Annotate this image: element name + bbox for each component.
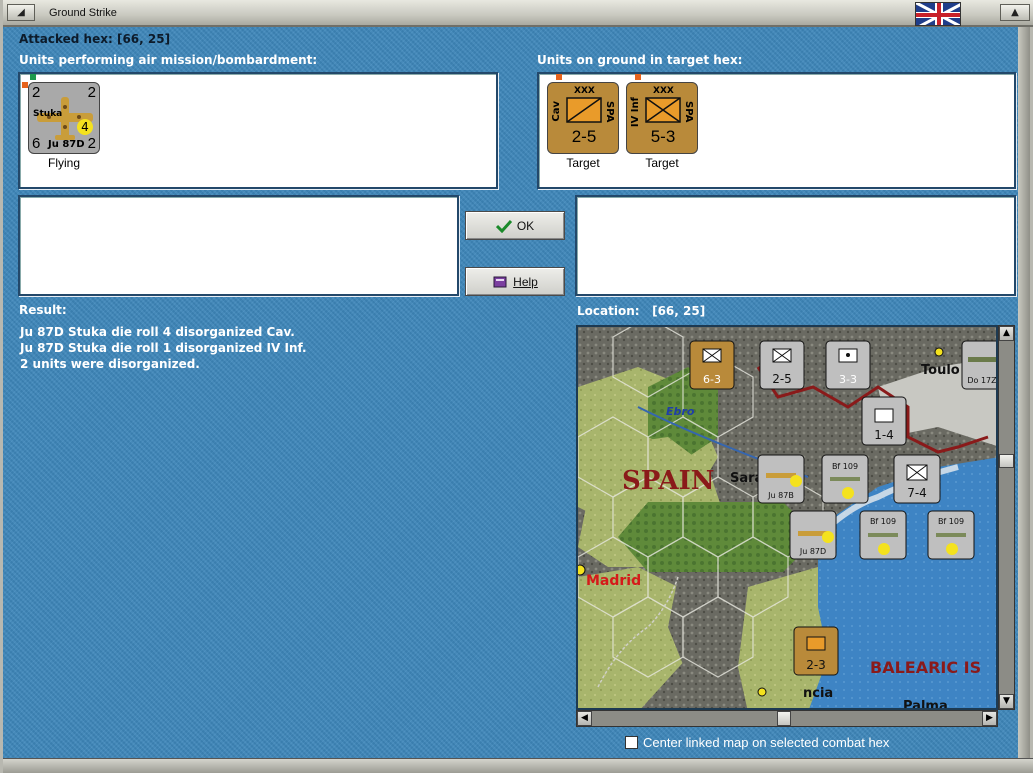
scroll-thumb[interactable] [999, 454, 1014, 468]
unit-status: Flying [47, 156, 80, 170]
air-units-panel: 2 2 6 2 Stuka Ju 87D 4 Flying [18, 72, 498, 189]
window-title: Ground Strike [49, 7, 117, 19]
infantry-symbol-icon [645, 97, 681, 123]
result-line: 2 units were disorganized. [20, 357, 200, 371]
result-line: Ju 87D Stuka die roll 1 disorganized IV … [20, 341, 307, 355]
svg-text:2-5: 2-5 [772, 372, 792, 386]
map-counter[interactable]: 2-5 [759, 340, 805, 390]
cavalry-symbol-icon [566, 97, 602, 123]
minimize-button[interactable]: ◢ [7, 4, 35, 21]
help-button[interactable]: Help [465, 267, 565, 296]
map-counter[interactable]: 6-3 [689, 340, 735, 390]
hex-map-terrain: SPAIN Madrid Ebro BALEARIC IS Palma Toul… [578, 327, 998, 710]
center-map-label: Center linked map on selected combat hex [643, 735, 890, 750]
tactical-map[interactable]: SPAIN Madrid Ebro BALEARIC IS Palma Toul… [576, 325, 998, 710]
ok-button[interactable]: OK [465, 211, 565, 240]
map-label-city: Toulo [921, 363, 960, 378]
map-counter[interactable]: Ju 87B [757, 454, 805, 504]
checkmark-icon [495, 219, 512, 233]
title-bar: ◢ Ground Strike ▲ [3, 0, 1033, 27]
map-horizontal-scrollbar[interactable]: ◀ ▶ [576, 710, 998, 727]
map-counter[interactable]: 2-3 [793, 626, 839, 676]
svg-text:2-3: 2-3 [806, 658, 826, 672]
map-label-city: Palma [903, 699, 948, 710]
scroll-down-arrow-icon[interactable]: ▼ [999, 694, 1014, 709]
map-label-country: SPAIN [622, 466, 715, 496]
map-label-islands: BALEARIC IS [870, 658, 981, 677]
map-counter[interactable]: 1-4 [861, 396, 907, 446]
scroll-up-arrow-icon[interactable]: ▲ [999, 326, 1014, 341]
unit-counter-cav[interactable]: Cav SPA XXX 2-5 [547, 82, 619, 154]
scroll-thumb[interactable] [777, 711, 791, 726]
unit-name: Stuka [33, 109, 63, 119]
right-frame [1018, 27, 1030, 758]
attacked-hex-value: [66, 25] [116, 32, 171, 46]
svg-text:1-4: 1-4 [874, 428, 894, 442]
unit-strength: 2-5 [571, 127, 597, 146]
ground-units-heading: Units on ground in target hex: [537, 53, 743, 67]
svg-text:7-4: 7-4 [907, 486, 927, 500]
status-marker-icon [635, 74, 641, 80]
map-counter[interactable]: 3-3 [825, 340, 871, 390]
map-vertical-scrollbar[interactable]: ▲ ▼ [998, 325, 1015, 710]
scroll-right-arrow-icon[interactable]: ▶ [982, 711, 997, 726]
status-marker-icon [556, 74, 562, 80]
air-units-heading: Units performing air mission/bombardment… [19, 53, 318, 67]
status-marker-icon [30, 74, 36, 80]
unit-strength: 5-3 [650, 127, 676, 146]
svg-text:Ju 87B: Ju 87B [767, 491, 794, 500]
map-label-city: ncia [803, 686, 833, 701]
map-counter[interactable]: Bf 109 [927, 510, 975, 560]
svg-text:Do 17Z: Do 17Z [967, 376, 997, 385]
result-line: Ju 87D Stuka die roll 4 disorganized Cav… [20, 325, 295, 339]
scroll-left-arrow-icon[interactable]: ◀ [577, 711, 592, 726]
map-counter[interactable]: Bf 109 [859, 510, 907, 560]
bottom-frame [3, 758, 1033, 773]
svg-text:6-3: 6-3 [703, 373, 721, 386]
unit-status: Target [566, 156, 600, 170]
map-label-capital: Madrid [586, 573, 641, 589]
location-label: Location: [66, 25] [577, 304, 706, 318]
unit-status: Target [645, 156, 679, 170]
unit-type: Ju 87D [48, 139, 85, 150]
unit-counter-stuka[interactable]: 2 2 6 2 Stuka Ju 87D 4 [28, 82, 100, 154]
mission-badge: 4 [77, 119, 93, 135]
map-label-river: Ebro [666, 405, 695, 418]
attacker-detail-panel [18, 195, 459, 296]
ground-strike-window: ◢ Ground Strike ▲ Attacked hex: [66, 25]… [0, 0, 1033, 773]
center-map-checkbox[interactable] [625, 736, 638, 749]
map-counter[interactable]: 7-4 [893, 454, 941, 504]
map-counter[interactable]: Bf 109 [821, 454, 869, 504]
center-map-option[interactable]: Center linked map on selected combat hex [625, 735, 889, 750]
result-heading: Result: [19, 303, 67, 317]
attacked-hex-label: Attacked hex: [66, 25] [19, 32, 171, 46]
location-value: [66, 25] [652, 304, 706, 318]
svg-text:Bf 109: Bf 109 [870, 517, 896, 526]
maximize-button[interactable]: ▲ [1000, 4, 1030, 21]
map-counter[interactable]: Do 17Z [961, 340, 998, 390]
svg-text:Bf 109: Bf 109 [938, 517, 964, 526]
map-counter[interactable]: Ju 87D [789, 510, 837, 560]
defender-detail-panel [575, 195, 1016, 296]
unit-counter-iv-inf[interactable]: IV Inf SPA XXX 5-3 [626, 82, 698, 154]
svg-text:3-3: 3-3 [839, 373, 857, 386]
uk-flag-icon [915, 2, 961, 26]
svg-text:Bf 109: Bf 109 [832, 462, 858, 471]
svg-text:Ju 87D: Ju 87D [799, 547, 826, 556]
ground-units-panel: Cav SPA XXX 2-5 Target IV Inf SPA XXX 5-… [537, 72, 1016, 189]
help-book-icon [493, 276, 507, 287]
